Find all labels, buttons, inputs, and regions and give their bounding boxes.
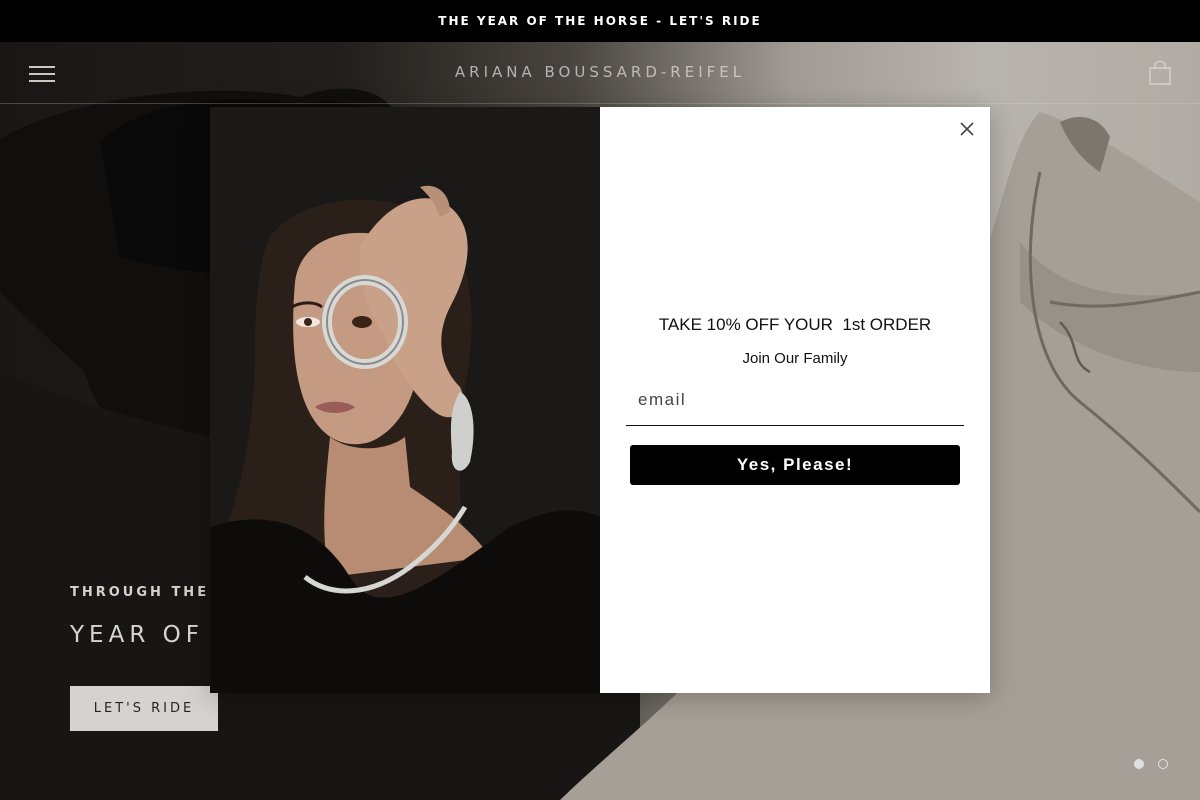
popup-form: TAKE 10% OFF YOUR 1st ORDER Join Our Fam…: [600, 107, 990, 693]
close-icon[interactable]: [958, 120, 976, 138]
promo-title: TAKE 10% OFF YOUR 1st ORDER: [658, 315, 932, 334]
announcement-text[interactable]: THE YEAR OF THE HORSE - LET'S RIDE: [438, 14, 761, 28]
promo-subtitle: Join Our Family: [742, 350, 848, 367]
announcement-bar[interactable]: THE YEAR OF THE HORSE - LET'S RIDE: [0, 0, 1200, 42]
submit-button[interactable]: Yes, Please!: [630, 445, 960, 485]
email-field[interactable]: [626, 375, 964, 426]
popup-model-image: [210, 107, 600, 693]
newsletter-popup: TAKE 10% OFF YOUR 1st ORDER Join Our Fam…: [210, 107, 990, 693]
